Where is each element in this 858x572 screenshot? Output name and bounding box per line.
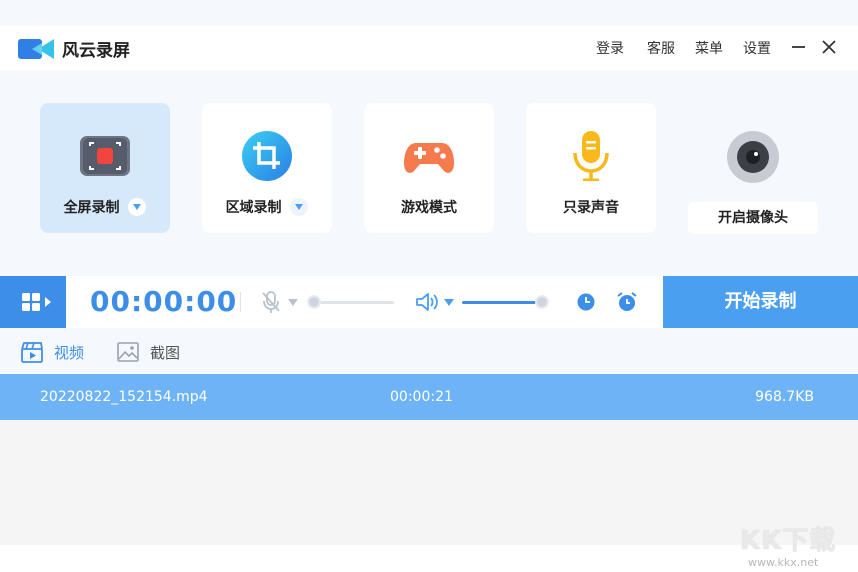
control-bar: 00:00:00 开始录制	[0, 276, 858, 328]
speaker-icon[interactable]	[414, 290, 440, 314]
file-duration: 00:00:21	[390, 389, 453, 405]
start-recording-button[interactable]: 开始录制	[663, 276, 858, 328]
app-title: 风云录屏	[62, 41, 130, 61]
layout-menu-button[interactable]	[0, 276, 66, 328]
video-clapper-icon	[21, 342, 43, 363]
speaker-volume-slider[interactable]	[462, 301, 544, 304]
file-name: 20220822_152154.mp4	[40, 389, 208, 405]
mode-label: 全屏录制	[63, 200, 120, 216]
support-link[interactable]: 客服	[647, 38, 675, 58]
app-logo-icon	[18, 39, 54, 59]
mic-dropdown-icon[interactable]	[288, 299, 298, 307]
watermark-title: KK下载	[740, 526, 837, 556]
region-dropdown-icon[interactable]	[290, 198, 309, 216]
mic-volume-knob[interactable]	[307, 295, 321, 309]
image-icon	[117, 342, 139, 362]
recording-timer: 00:00:00	[90, 285, 238, 318]
settings-link[interactable]: 设置	[743, 38, 771, 58]
fullscreen-dropdown-icon[interactable]	[128, 198, 147, 216]
mode-label: 游戏模式	[401, 200, 457, 216]
mode-card-fullscreen[interactable]: 全屏录制	[40, 103, 170, 233]
camera-lens-icon	[737, 141, 769, 173]
grid-icon	[22, 293, 51, 311]
alarm-clock-icon[interactable]	[616, 291, 638, 313]
mode-cards: 全屏录制 区域录制 游戏模式 只录声音 开启摄像头	[0, 70, 858, 276]
mic-muted-icon[interactable]	[260, 290, 282, 314]
camera-icon[interactable]	[727, 131, 779, 183]
minimize-icon[interactable]	[789, 36, 809, 58]
recordings-list: 20220822_152154.mp4 00:00:21 968.7KB	[0, 374, 858, 545]
divider	[240, 292, 241, 312]
mic-volume-slider[interactable]	[312, 301, 394, 304]
speaker-dropdown-icon[interactable]	[444, 299, 454, 307]
speaker-volume-fill	[462, 301, 544, 304]
media-tabs: 视频 截图	[0, 328, 858, 374]
tab-label: 截图	[150, 344, 181, 362]
title-bar: 风云录屏 登录 客服 菜单 设置	[0, 26, 858, 70]
gamepad-icon	[404, 143, 454, 173]
watermark: KK下载 www.kkx.net	[740, 520, 858, 572]
table-row[interactable]: 20220822_152154.mp4 00:00:21 968.7KB	[0, 374, 858, 420]
microphone-icon	[573, 131, 609, 181]
mode-card-region[interactable]: 区域录制	[202, 103, 332, 233]
speaker-volume-knob[interactable]	[535, 295, 549, 309]
file-size: 968.7KB	[755, 389, 814, 405]
menu-link[interactable]: 菜单	[695, 38, 723, 58]
tab-video[interactable]: 视频	[20, 340, 110, 364]
mode-label: 区域录制	[225, 200, 282, 216]
mode-label: 只录声音	[563, 200, 619, 216]
camera-toggle-button[interactable]: 开启摄像头	[688, 202, 818, 234]
region-crop-icon	[242, 131, 292, 181]
app-window: 风云录屏 登录 客服 菜单 设置 全屏录制 区域录制 游戏模式 只录声音 开启摄…	[0, 0, 858, 545]
schedule-clock-icon[interactable]	[576, 292, 596, 312]
tab-label: 视频	[54, 344, 85, 362]
fullscreen-record-icon	[80, 136, 130, 176]
login-link[interactable]: 登录	[596, 38, 624, 58]
close-icon[interactable]	[819, 36, 839, 58]
mode-card-audio[interactable]: 只录声音	[526, 103, 656, 233]
tab-screenshot[interactable]: 截图	[116, 340, 206, 364]
mode-card-game[interactable]: 游戏模式	[364, 103, 494, 233]
watermark-url: www.kkx.net	[748, 556, 819, 569]
